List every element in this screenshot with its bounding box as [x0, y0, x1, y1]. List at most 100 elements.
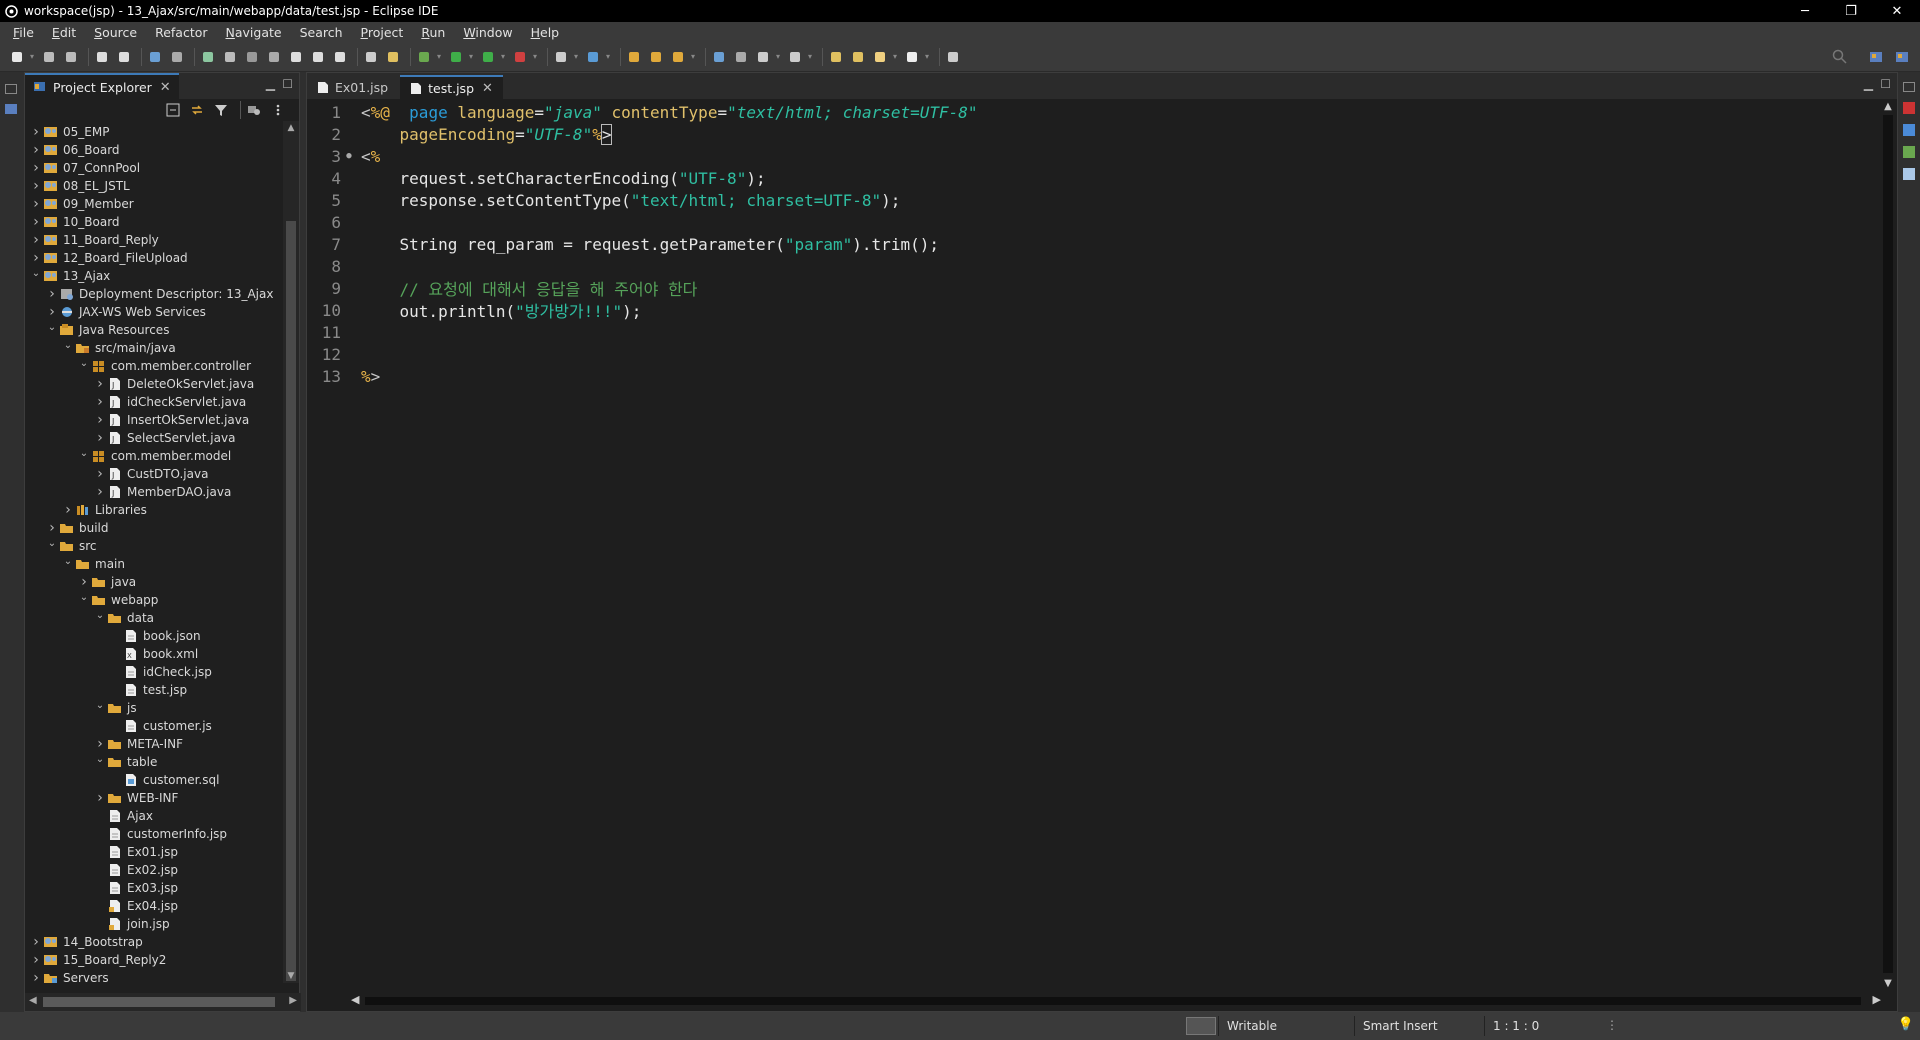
- tree-item[interactable]: Ex03.jsp: [25, 879, 283, 897]
- tree-item[interactable]: ⌄ data: [25, 609, 283, 627]
- close-icon[interactable]: ✕: [482, 81, 493, 96]
- code-line[interactable]: 7 String req_param = request.getParamete…: [307, 233, 1867, 255]
- new-class-icon[interactable]: [584, 48, 602, 66]
- tree-item[interactable]: Xbook.xml: [25, 645, 283, 663]
- focus-on-working-set-icon[interactable]: [245, 101, 263, 119]
- chevron-down-icon[interactable]: ⌄: [77, 358, 91, 369]
- open-task-icon[interactable]: [362, 48, 380, 66]
- minimize-editor-icon[interactable]: ▁: [1864, 77, 1873, 91]
- menu-window[interactable]: Window: [454, 25, 521, 40]
- chevron-down-icon[interactable]: ⌄: [45, 322, 59, 333]
- chevron-right-icon[interactable]: ›: [93, 430, 107, 446]
- chevron-right-icon[interactable]: ›: [29, 934, 43, 950]
- tree-item[interactable]: ⌄ src/main/java: [25, 339, 283, 357]
- menu-search[interactable]: Search: [291, 25, 352, 40]
- tree-item[interactable]: Ajax: [25, 807, 283, 825]
- chevron-right-icon[interactable]: ›: [29, 250, 43, 266]
- status-insert-mode[interactable]: Smart Insert: [1354, 1016, 1484, 1036]
- new-java-project-icon[interactable]: [552, 48, 570, 66]
- chevron-right-icon[interactable]: ›: [93, 466, 107, 482]
- code-line[interactable]: 11: [307, 321, 1867, 343]
- tree-item[interactable]: › 06_Board: [25, 141, 283, 159]
- step-over-icon[interactable]: [309, 48, 327, 66]
- chevron-right-icon[interactable]: ›: [29, 178, 43, 194]
- maximize-editor-icon[interactable]: ☐: [1880, 77, 1891, 91]
- tree-item[interactable]: ⌄ src: [25, 537, 283, 555]
- chevron-down-icon[interactable]: ⌄: [61, 556, 75, 567]
- chevron-right-icon[interactable]: ›: [45, 520, 59, 536]
- menu-source[interactable]: Source: [85, 25, 146, 40]
- task-list-icon[interactable]: [1903, 124, 1915, 136]
- lightbulb-icon[interactable]: 💡: [1898, 1017, 1914, 1032]
- tree-item[interactable]: › build: [25, 519, 283, 537]
- chevron-right-icon[interactable]: ›: [29, 124, 43, 140]
- restore-view-icon-right[interactable]: [1903, 82, 1915, 92]
- skip-breakpoints-icon[interactable]: [168, 48, 186, 66]
- tree-item[interactable]: › 15_Board_Reply2: [25, 951, 283, 969]
- chevron-right-icon[interactable]: ›: [45, 304, 59, 320]
- menu-project[interactable]: Project: [352, 25, 413, 40]
- chevron-right-icon[interactable]: ›: [93, 394, 107, 410]
- console-view-icon[interactable]: [1903, 168, 1915, 180]
- tree-item[interactable]: › Servers: [25, 969, 283, 983]
- back-icon[interactable]: [871, 48, 889, 66]
- chevron-right-icon[interactable]: ›: [93, 412, 107, 428]
- tree-item[interactable]: ⌄ js: [25, 699, 283, 717]
- tree-item[interactable]: customerInfo.jsp: [25, 825, 283, 843]
- tree-item[interactable]: customer.sql: [25, 771, 283, 789]
- minimize-view-icon[interactable]: ▁: [266, 77, 275, 91]
- chevron-down-icon[interactable]: ⌄: [77, 448, 91, 459]
- dropdown-arrow-icon[interactable]: ▾: [893, 48, 899, 66]
- debug-icon[interactable]: [415, 48, 433, 66]
- new-icon[interactable]: [8, 48, 26, 66]
- search-icon[interactable]: [1832, 49, 1848, 65]
- chevron-down-icon[interactable]: ⌄: [93, 754, 107, 765]
- tree-item[interactable]: › 05_EMP: [25, 123, 283, 141]
- code-line[interactable]: 10 out.println("방가방가!!!");: [307, 299, 1867, 322]
- undo-icon[interactable]: [93, 48, 111, 66]
- outline-view-icon[interactable]: [1903, 102, 1915, 114]
- pin-icon[interactable]: [754, 48, 772, 66]
- tab-test-jsp[interactable]: test.jsp ✕: [400, 75, 503, 99]
- tree-item[interactable]: › 14_Bootstrap: [25, 933, 283, 951]
- annotation-icon[interactable]: [786, 48, 804, 66]
- tree-item[interactable]: › J DeleteOkServlet.java: [25, 375, 283, 393]
- external-tools-icon[interactable]: [511, 48, 529, 66]
- chevron-right-icon[interactable]: ›: [29, 196, 43, 212]
- tree-item[interactable]: ⌄ 13_Ajax: [25, 267, 283, 285]
- tree-item[interactable]: Ex04.jsp: [25, 897, 283, 915]
- tree-item[interactable]: book.json: [25, 627, 283, 645]
- tree-item[interactable]: Ex01.jsp: [25, 843, 283, 861]
- tree-item[interactable]: ⌄ table: [25, 753, 283, 771]
- chevron-down-icon[interactable]: ⌄: [77, 592, 91, 603]
- terminal-icon[interactable]: [146, 48, 164, 66]
- chevron-right-icon[interactable]: ›: [61, 502, 75, 518]
- editor-hscroll-track[interactable]: [365, 997, 1861, 1005]
- search-web-icon[interactable]: [732, 48, 750, 66]
- tree-item[interactable]: › Libraries: [25, 501, 283, 519]
- scroll-up-icon[interactable]: ▲: [1879, 101, 1897, 112]
- restore-button[interactable]: ❐: [1828, 0, 1874, 22]
- tree-item[interactable]: › WEB-INF: [25, 789, 283, 807]
- project-explorer-min-icon[interactable]: [5, 104, 17, 114]
- tree-scroll-thumb[interactable]: [286, 221, 296, 981]
- chevron-right-icon[interactable]: ›: [77, 574, 91, 590]
- chevron-down-icon[interactable]: ⌄: [93, 700, 107, 711]
- tree-item[interactable]: test.jsp: [25, 681, 283, 699]
- tree-item[interactable]: › 10_Board: [25, 213, 283, 231]
- chevron-right-icon[interactable]: ›: [93, 790, 107, 806]
- tree-item[interactable]: Ex02.jsp: [25, 861, 283, 879]
- tree-item[interactable]: › J InsertOkServlet.java: [25, 411, 283, 429]
- menu-refactor[interactable]: Refactor: [146, 25, 216, 40]
- save-all-icon[interactable]: [62, 48, 80, 66]
- scroll-right-icon[interactable]: ▶: [289, 995, 297, 1006]
- menu-edit[interactable]: Edit: [43, 25, 85, 40]
- run-icon[interactable]: [447, 48, 465, 66]
- step-return-icon[interactable]: [331, 48, 349, 66]
- menu-file[interactable]: File: [4, 25, 43, 40]
- dropdown-arrow-icon[interactable]: ▾: [691, 48, 697, 66]
- close-icon[interactable]: ✕: [160, 80, 171, 95]
- menu-run[interactable]: Run: [412, 25, 454, 40]
- terminate-icon[interactable]: [243, 48, 261, 66]
- collapse-all-icon[interactable]: [164, 101, 182, 119]
